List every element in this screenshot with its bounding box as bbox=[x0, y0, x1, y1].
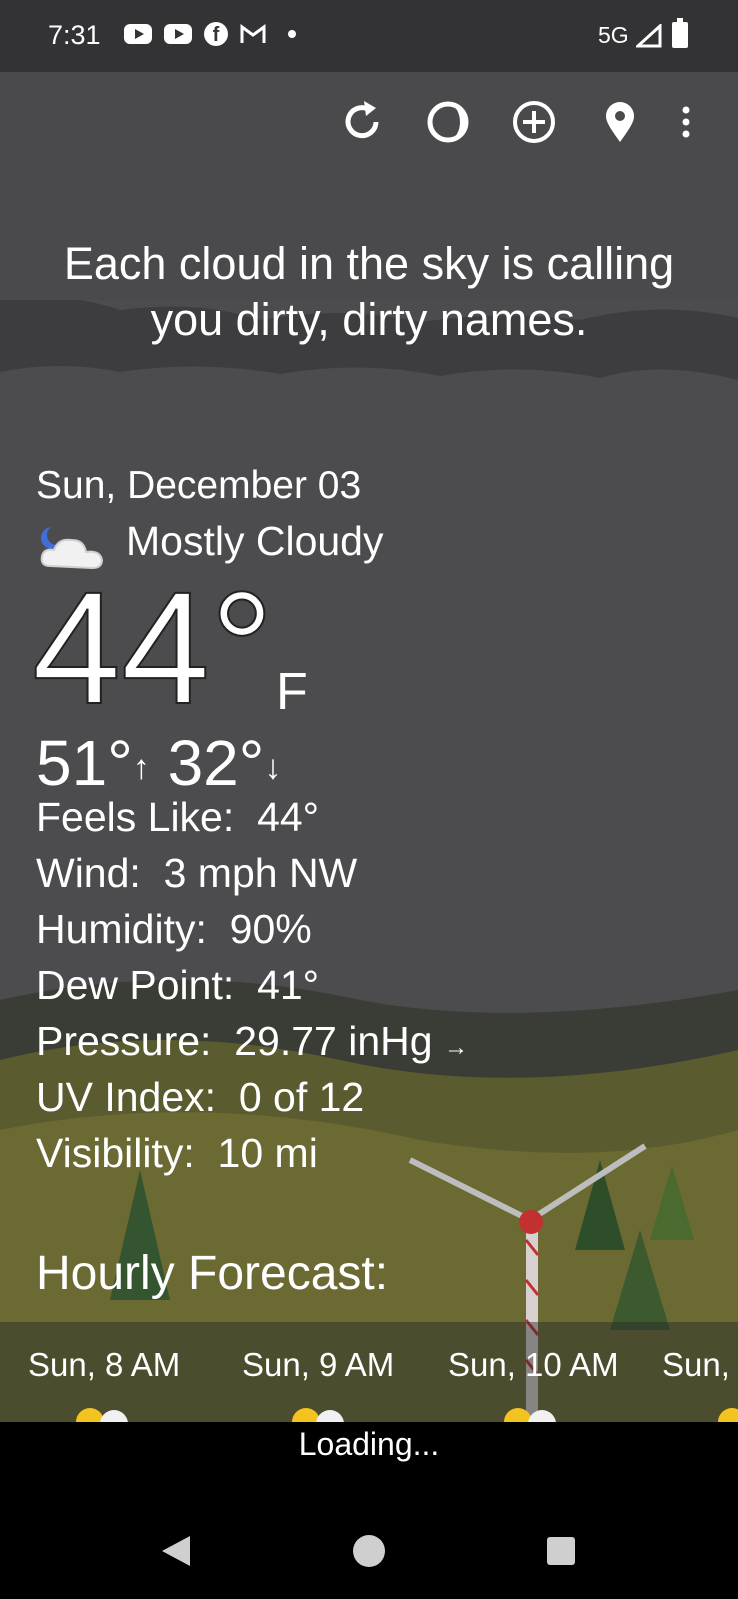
partly-sunny-icon bbox=[504, 1408, 556, 1422]
hourly-item-time[interactable]: Sun, 9 AM bbox=[242, 1346, 394, 1384]
hourly-item-time[interactable]: Sun, 10 AM bbox=[448, 1346, 619, 1384]
detail-wind: Wind: 3 mph NW bbox=[36, 850, 358, 896]
weather-quote: Each cloud in the sky is calling you dir… bbox=[63, 238, 675, 345]
detail-humidity: Humidity: 90% bbox=[36, 906, 312, 952]
youtube-icon bbox=[164, 24, 192, 44]
home-icon[interactable] bbox=[352, 1534, 386, 1568]
gmail-icon bbox=[240, 24, 266, 43]
status-time: 7:31 bbox=[48, 20, 101, 50]
status-bar: 7:31 f 5G bbox=[0, 0, 738, 72]
refresh-icon[interactable] bbox=[336, 96, 388, 148]
more-vert-icon[interactable] bbox=[676, 96, 696, 148]
partly-sunny-icon bbox=[76, 1408, 128, 1422]
hourly-forecast-title: Hourly Forecast: bbox=[36, 1247, 389, 1300]
current-date: Sun, December 03 bbox=[36, 464, 362, 507]
network-type: 5G bbox=[598, 22, 629, 48]
facebook-icon: f bbox=[204, 22, 228, 46]
arrow-down-icon: ↓ bbox=[264, 748, 282, 787]
add-location-icon[interactable] bbox=[508, 96, 560, 148]
navigation-bar bbox=[0, 1512, 738, 1599]
high-low: 51°↑ 32°↓ bbox=[36, 726, 281, 800]
location-pin-icon[interactable] bbox=[594, 96, 646, 148]
detail-uv-index: UV Index: 0 of 12 bbox=[36, 1074, 365, 1120]
detail-feels-like: Feels Like: 44° bbox=[36, 794, 320, 840]
signal-icon bbox=[636, 24, 662, 48]
partly-sunny-icon bbox=[718, 1408, 738, 1422]
temperature-unit: F bbox=[276, 663, 308, 721]
more-notifications-icon bbox=[288, 30, 296, 38]
current-temperature: 44° bbox=[31, 558, 275, 737]
notification-icons: f bbox=[124, 22, 296, 46]
back-icon[interactable] bbox=[160, 1534, 192, 1568]
battery-icon bbox=[672, 18, 688, 48]
hourly-item-time[interactable]: Sun, 8 AM bbox=[28, 1346, 180, 1384]
youtube-icon bbox=[124, 24, 152, 44]
partly-sunny-icon bbox=[292, 1408, 344, 1422]
moon-phase-icon[interactable] bbox=[422, 96, 474, 148]
recents-icon[interactable] bbox=[546, 1536, 576, 1566]
high-temp: 51° bbox=[36, 727, 133, 799]
loading-text: Loading... bbox=[298, 1426, 440, 1462]
pressure-steady-icon: → bbox=[443, 1034, 468, 1061]
detail-pressure: Pressure: 29.77 inHg → bbox=[36, 1018, 468, 1064]
arrow-up-icon: ↑ bbox=[132, 748, 150, 787]
detail-dew-point: Dew Point: 41° bbox=[36, 962, 320, 1008]
hourly-item-time[interactable]: Sun, bbox=[662, 1346, 730, 1384]
detail-visibility: Visibility: 10 mi bbox=[36, 1130, 318, 1176]
low-temp: 32° bbox=[167, 727, 265, 799]
